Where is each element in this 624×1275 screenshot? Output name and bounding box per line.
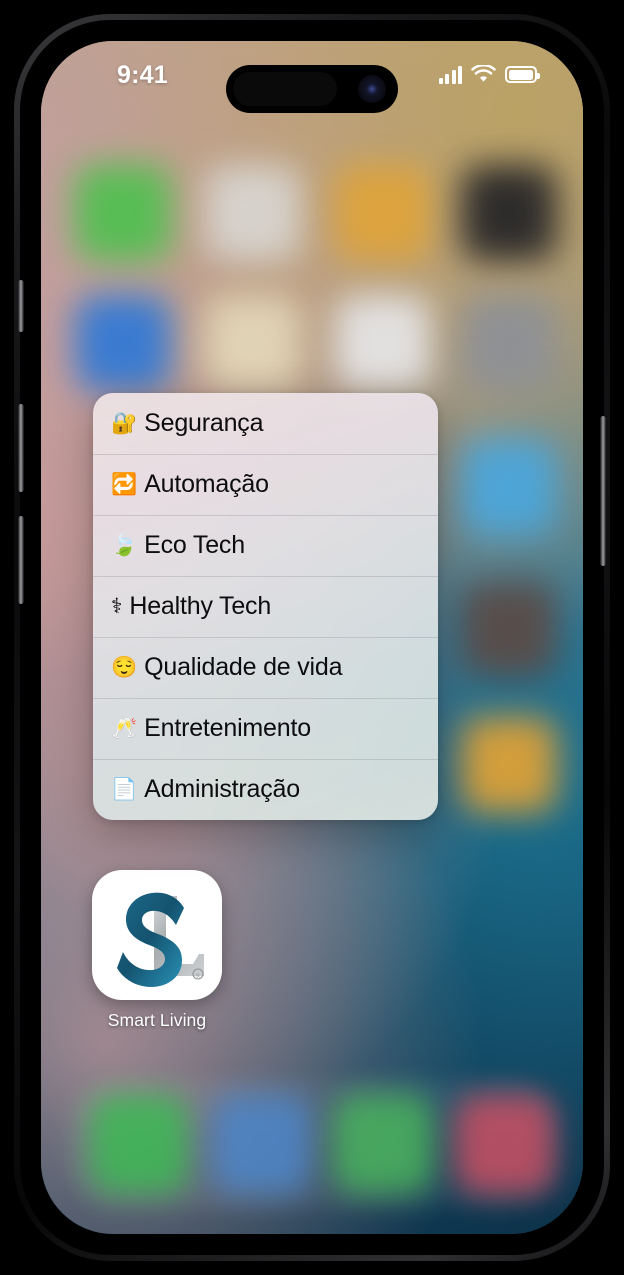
dock-phone-icon[interactable] — [89, 1094, 189, 1194]
dock-music-icon[interactable] — [455, 1094, 555, 1194]
bg-app-blue — [75, 295, 171, 391]
menu-item-administração[interactable]: 📄 Administração — [93, 759, 438, 820]
app-shortcut-label: Smart Living — [107, 1010, 207, 1030]
bg-app-amber — [461, 717, 557, 813]
app-icon-tile[interactable]: R — [92, 870, 222, 1000]
bg-app-white-gear — [205, 165, 301, 261]
leaf-icon: 🍃 — [111, 534, 138, 557]
volume-up-button[interactable] — [18, 404, 24, 492]
action-button[interactable] — [18, 280, 24, 332]
lock-key-icon: 🔐 — [111, 412, 138, 435]
repeat-icon: 🔁 — [111, 473, 138, 496]
phone-device-frame: 9:41 🔐 Segurança 🔁 Automação 🍃 Eco Tech … — [14, 14, 610, 1261]
bg-app-sky — [461, 439, 557, 535]
status-bar-clock: 9:41 — [117, 61, 168, 89]
menu-item-label: Healthy Tech — [129, 592, 272, 620]
menu-item-healthy-tech[interactable]: ⚕ Healthy Tech — [93, 576, 438, 637]
menu-item-label: Segurança — [144, 409, 264, 437]
menu-item-qualidade-de-vida[interactable]: 😌 Qualidade de vida — [93, 637, 438, 698]
volume-down-button[interactable] — [18, 516, 24, 604]
app-shortcut-smart-living[interactable]: R Smart Living — [92, 870, 222, 1031]
context-menu[interactable]: 🔐 Segurança 🔁 Automação 🍃 Eco Tech ⚕ Healthy Te… — [93, 393, 438, 820]
menu-item-label: Administração — [144, 775, 300, 803]
phone-screen: 9:41 🔐 Segurança 🔁 Automação 🍃 Eco Tech … — [41, 41, 583, 1234]
island-pill — [233, 72, 337, 106]
menu-item-label: Qualidade de vida — [144, 653, 343, 681]
cellular-signal-icon — [438, 65, 462, 84]
menu-item-automação[interactable]: 🔁 Automação — [93, 454, 438, 515]
menu-item-label: Entretenimento — [144, 714, 311, 742]
page-document-icon: 📄 — [111, 778, 138, 801]
bg-app-light — [335, 295, 431, 391]
front-camera-icon — [358, 75, 386, 103]
menu-item-label: Eco Tech — [144, 531, 245, 559]
wifi-icon — [471, 65, 496, 82]
menu-item-segurança[interactable]: 🔐 Segurança — [93, 393, 438, 454]
battery-fill-level — [508, 69, 534, 80]
battery-icon — [505, 66, 540, 83]
dock-messages-icon[interactable] — [211, 1094, 311, 1194]
menu-item-label: Automação — [144, 470, 269, 498]
relieved-face-icon: 😌 — [111, 656, 138, 679]
menu-item-entretenimento[interactable]: 🥂 Entretenimento — [93, 698, 438, 759]
bg-app-photos — [335, 165, 431, 261]
dynamic-island[interactable] — [226, 65, 398, 113]
bg-app-brown — [461, 581, 557, 677]
bg-app-cream — [205, 295, 301, 391]
bg-app-green — [75, 165, 171, 261]
menu-item-eco-tech[interactable]: 🍃 Eco Tech — [93, 515, 438, 576]
status-bar-indicators — [438, 65, 540, 84]
svg-text:R: R — [196, 974, 200, 980]
power-button[interactable] — [600, 416, 606, 566]
medical-symbol-icon: ⚕ — [111, 595, 123, 618]
smart-living-sl-monogram-icon: R — [117, 892, 204, 987]
bg-app-dark — [461, 165, 557, 261]
clinking-glasses-icon: 🥂 — [111, 717, 138, 740]
dock-safari-icon[interactable] — [333, 1094, 433, 1194]
bg-app-gray — [461, 295, 557, 391]
